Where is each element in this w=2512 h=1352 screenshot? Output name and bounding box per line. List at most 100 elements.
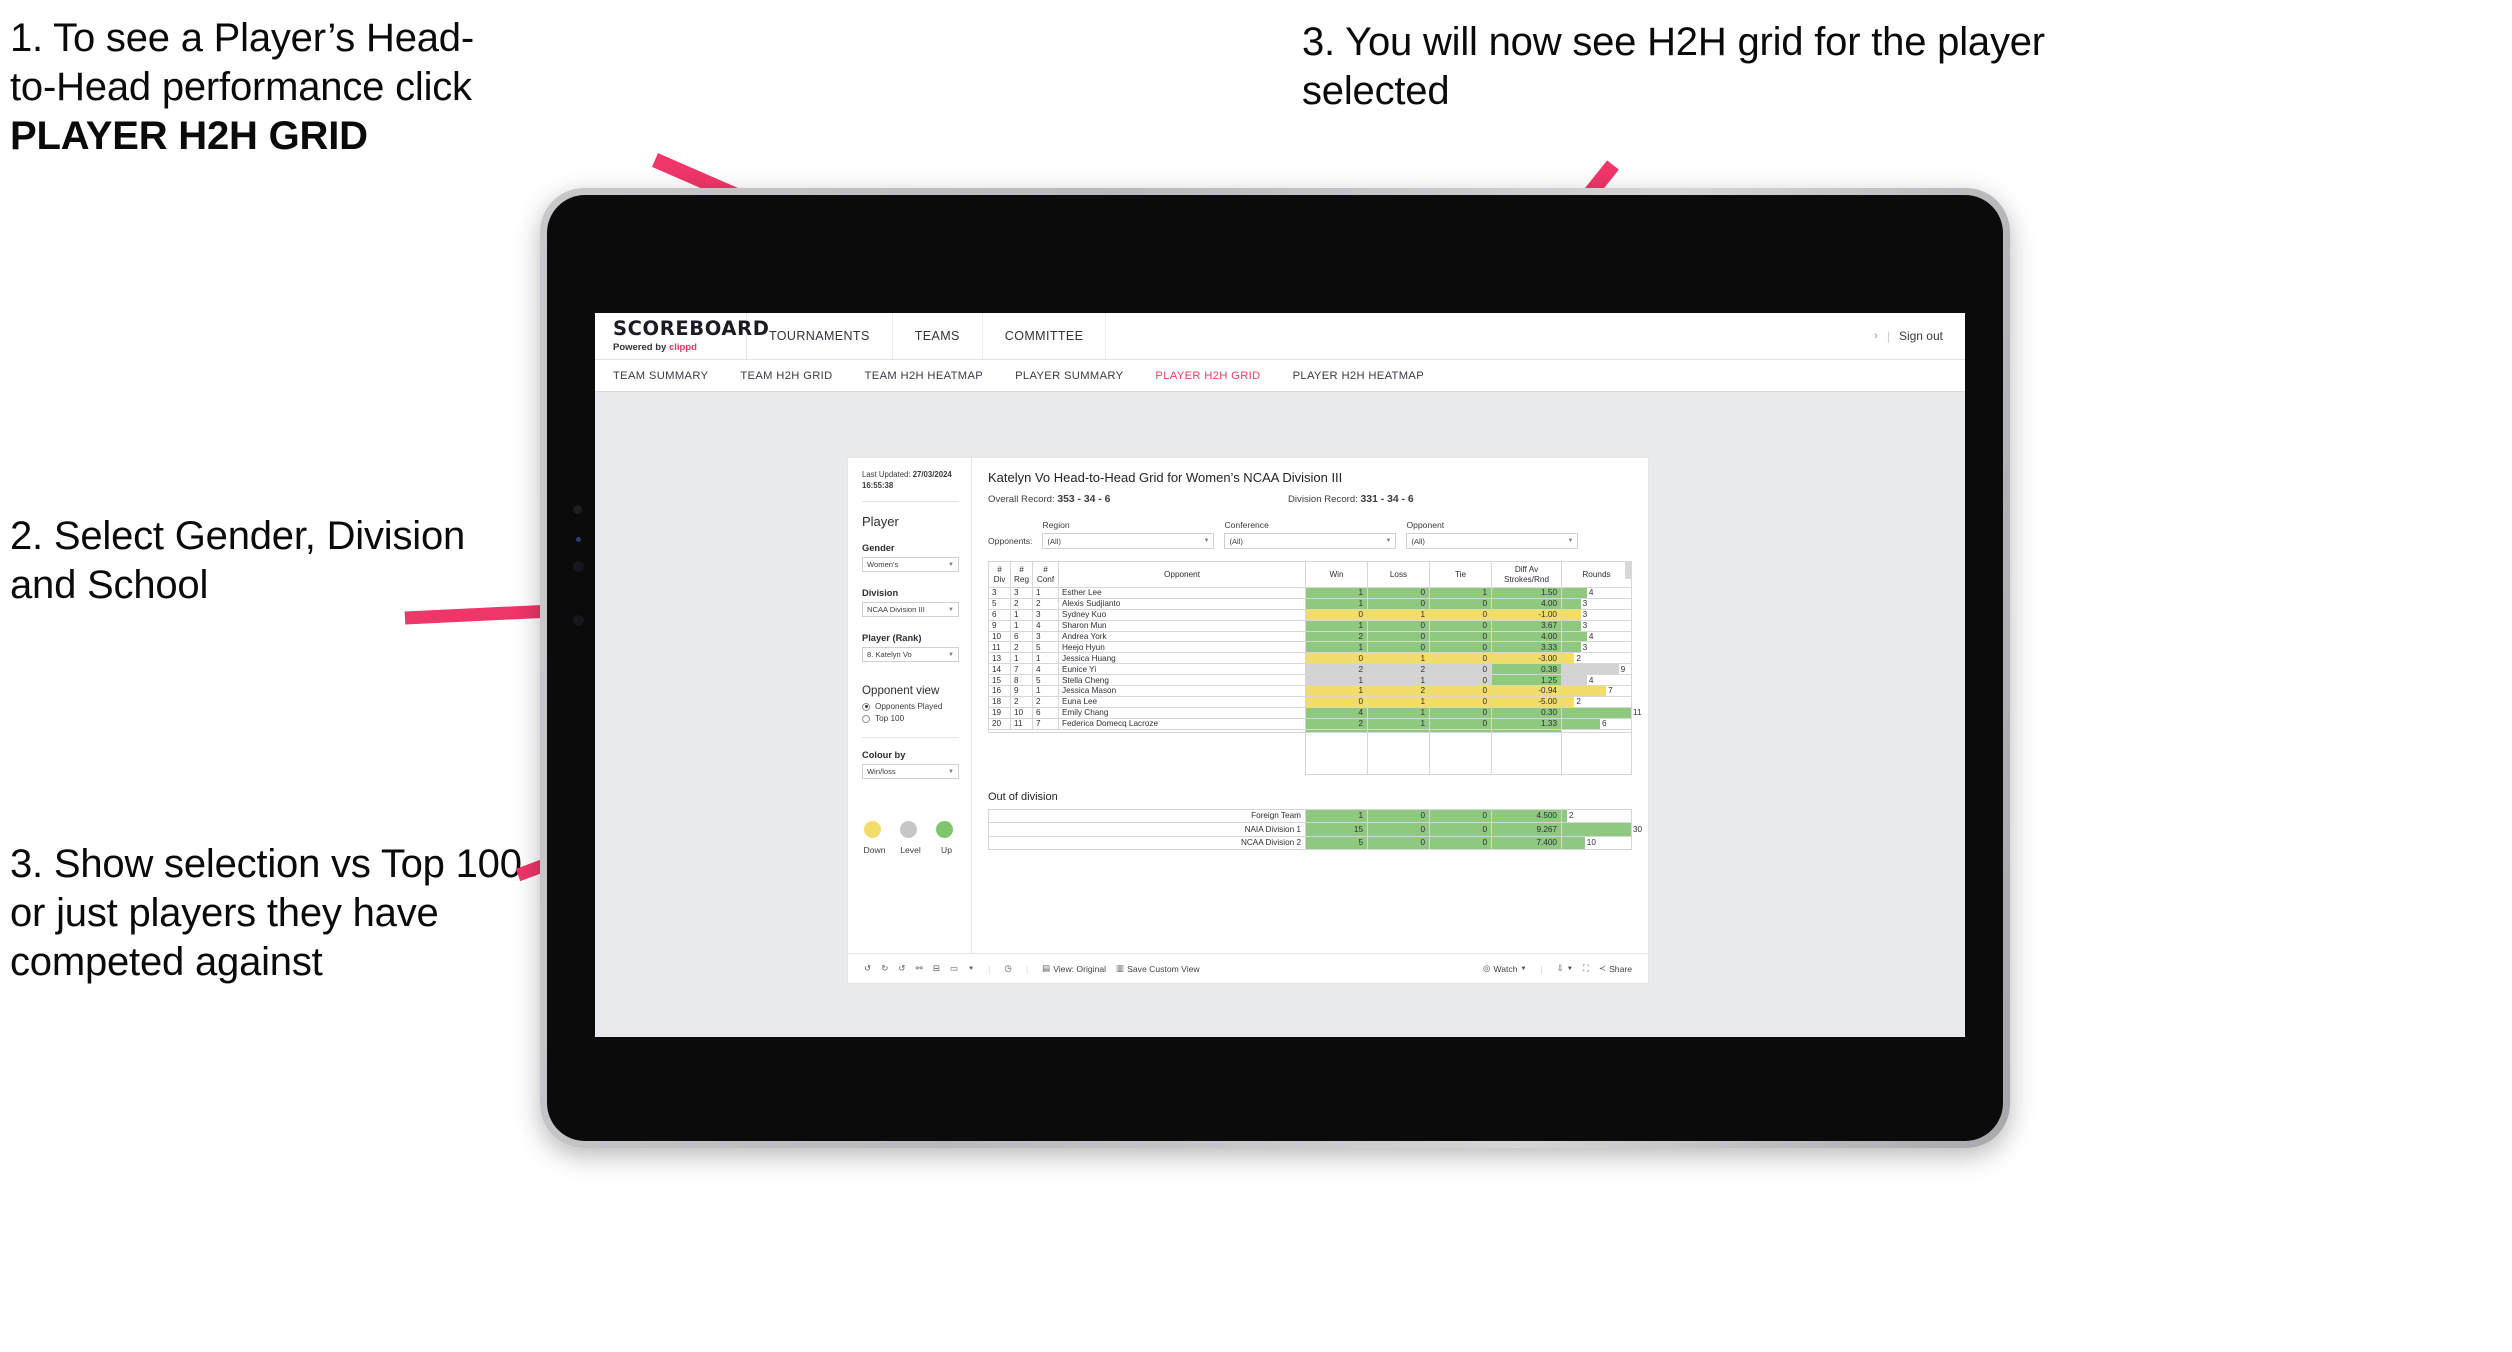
table-row[interactable]: 18 2 2 Euna Lee 0 1 0 -5.00 2 — [988, 695, 1632, 708]
nav-item-teams[interactable]: TEAMS — [893, 313, 983, 359]
table-row[interactable]: 9 1 4 Sharon Mun 1 0 0 3.67 3 — [988, 619, 1632, 632]
table-row[interactable]: 10 6 3 Andrea York 2 0 0 4.00 4 — [988, 630, 1632, 643]
select-region[interactable]: (All) ▼ — [1042, 533, 1215, 549]
radio-top-100[interactable]: Top 100 — [862, 714, 959, 723]
annotation-step-3: 3. Show selection vs Top 100 or just pla… — [10, 842, 522, 984]
undo-icon[interactable]: ↺ — [864, 963, 871, 974]
cell-conf: 5 — [1032, 674, 1059, 687]
revert-icon[interactable]: ↺ — [898, 963, 905, 974]
zoom-icon[interactable]: ▭ — [950, 963, 958, 974]
radio-icon-selected — [862, 702, 870, 711]
select-conference[interactable]: (All) ▼ — [1224, 533, 1397, 549]
select-opponent[interactable]: (All) ▼ — [1406, 533, 1579, 549]
select-colour-by[interactable]: Win/loss ▼ — [862, 764, 959, 780]
share-button[interactable]: ≺ Share — [1599, 963, 1632, 974]
label-colour-by: Colour by — [862, 750, 906, 761]
select-division[interactable]: NCAA Division III ▼ — [862, 602, 959, 618]
cell-win: 0 — [1305, 652, 1368, 665]
table-row[interactable]: NAIA Division 1 15 0 0 9.267 30 — [988, 822, 1642, 837]
chevron-down-icon[interactable]: ▼ — [968, 966, 974, 972]
table-row[interactable]: 15 8 5 Stella Cheng 1 1 0 1.25 4 — [988, 674, 1632, 687]
cell-opponent: Federica Domecq Lacroze — [1058, 717, 1306, 730]
cell-win: 1 — [1305, 808, 1368, 824]
cell-loss: 2 — [1367, 663, 1430, 676]
filter-region-caption: Region — [1042, 520, 1070, 530]
viz-main: Katelyn Vo Head-to-Head Grid for Women’s… — [972, 458, 1648, 953]
nav-item-committee[interactable]: COMMITTEE — [983, 313, 1107, 359]
table-row[interactable]: 19 10 6 Emily Chang 4 1 0 0.30 11 — [988, 706, 1642, 719]
fullscreen-icon[interactable]: ⛶ — [1583, 963, 1589, 974]
watch-button[interactable]: ◎ Watch ▼ — [1483, 963, 1527, 974]
table-header-row: #Div #Reg #Conf Opponent Win Loss Tie — [988, 561, 1632, 588]
table-row[interactable]: NCAA Division 2 5 0 0 7.400 10 — [988, 835, 1632, 851]
cell-rounds: 2 — [1561, 652, 1632, 665]
h2h-table: #Div #Reg #Conf Opponent Win Loss Tie — [988, 561, 1642, 775]
cell-conf: 2 — [1032, 695, 1059, 708]
cell-reg: 6 — [1010, 630, 1033, 643]
cell-diff: 4.500 — [1491, 808, 1562, 824]
cell-conf: 1 — [1032, 652, 1059, 665]
signout-area[interactable]: › | Sign out — [1874, 329, 1965, 343]
select-region-value: (All) — [1047, 536, 1061, 546]
cell-opponent: Alexis Sudjianto — [1058, 597, 1306, 610]
download-button[interactable]: ⇩ ▼ — [1557, 963, 1573, 974]
dashboard-canvas: Last Updated: 27/03/2024 16:55:38 Player… — [595, 392, 1965, 1037]
cell-rounds: 30 — [1561, 822, 1642, 837]
col-reg: # Reg — [1010, 561, 1033, 588]
signout-link[interactable]: Sign out — [1899, 329, 1943, 343]
annotation-step-2: 2. Select Gender, Division and School — [10, 514, 466, 607]
cell-div: 18 — [988, 695, 1011, 708]
table-scrollbar[interactable] — [1625, 561, 1631, 579]
tab-team-summary[interactable]: TEAM SUMMARY — [613, 360, 724, 391]
tab-player-h2h-grid[interactable]: PLAYER H2H GRID — [1139, 360, 1276, 391]
cell-diff: -1.00 — [1491, 608, 1562, 621]
nav-item-tournaments[interactable]: TOURNAMENTS — [747, 313, 893, 359]
col-div: # Div — [988, 561, 1011, 588]
col-win: Win — [1305, 561, 1368, 588]
highlight-icon[interactable]: ◷ — [1004, 963, 1012, 974]
refresh-icon[interactable]: ⚯ — [916, 963, 923, 974]
table-row[interactable]: 13 1 1 Jessica Huang 0 1 0 -3.00 2 — [988, 652, 1632, 665]
label-gender: Gender — [862, 543, 895, 554]
pause-icon[interactable]: ⊟ — [933, 963, 940, 974]
cell-win: 1 — [1305, 587, 1368, 599]
tab-player-h2h-heatmap[interactable]: PLAYER H2H HEATMAP — [1277, 360, 1440, 391]
cell-conf: 3 — [1032, 608, 1059, 621]
cell-diff: -5.00 — [1491, 695, 1562, 708]
cell-rounds: 3 — [1561, 608, 1632, 621]
select-gender[interactable]: Women's ▼ — [862, 557, 959, 573]
cell-diff: -3.00 — [1491, 652, 1562, 665]
cell-loss: 0 — [1367, 822, 1430, 837]
cell-opponent: Esther Lee — [1058, 587, 1306, 599]
table-row[interactable]: 11 2 5 Heejo Hyun 1 0 0 3.33 3 — [988, 641, 1632, 654]
annotation-step-4: 3. You will now see H2H grid for the pla… — [1302, 20, 2045, 113]
table-row[interactable]: 6 1 3 Sydney Kuo 0 1 0 -1.00 3 — [988, 608, 1632, 621]
table-row[interactable]: 16 9 1 Jessica Mason 1 2 0 -0.94 7 — [988, 685, 1632, 697]
cell-tie: 0 — [1429, 717, 1492, 730]
table-row[interactable]: 5 2 2 Alexis Sudjianto 1 0 0 4.00 3 — [988, 597, 1632, 610]
redo-icon[interactable]: ↻ — [881, 963, 888, 974]
table-row[interactable]: 3 3 1 Esther Lee 1 0 1 1.50 4 — [988, 587, 1632, 599]
cell-tie: 0 — [1429, 652, 1492, 665]
cell-div: 9 — [988, 619, 1011, 632]
table-row[interactable]: 20 11 7 Federica Domecq Lacroze 2 1 0 1.33 6 — [988, 717, 1632, 730]
radio-opponents-played-label: Opponents Played — [875, 702, 943, 712]
division-record-value: 331 - 34 - 6 — [1360, 494, 1414, 505]
filters-sidebar: Last Updated: 27/03/2024 16:55:38 Player… — [848, 458, 972, 953]
table-row[interactable]: 14 7 4 Eunice Yi 2 2 0 0.38 9 — [988, 663, 1632, 676]
brand-logo[interactable]: SCOREBOARD Powered by clippd — [595, 313, 770, 359]
overall-record: Overall Record: 353 - 34 - 6 — [988, 494, 1288, 505]
tab-team-h2h-heatmap[interactable]: TEAM H2H HEATMAP — [849, 360, 1000, 391]
radio-opponents-played[interactable]: Opponents Played — [862, 702, 959, 711]
cell-loss: 0 — [1367, 641, 1430, 654]
col-loss: Loss — [1367, 561, 1430, 588]
brand-wordmark: SCOREBOARD — [613, 317, 770, 341]
table-row[interactable]: Foreign Team 1 0 0 4.500 2 — [988, 808, 1632, 824]
select-player-rank[interactable]: 8. Katelyn Vo ▼ — [862, 647, 959, 663]
save-custom-view-button[interactable]: ▥ Save Custom View — [1116, 963, 1200, 974]
cell-win: 0 — [1305, 608, 1368, 621]
view-original-button[interactable]: ▤ View: Original — [1042, 963, 1106, 974]
cell-rounds: 9 — [1561, 663, 1632, 676]
tab-player-summary[interactable]: PLAYER SUMMARY — [999, 360, 1139, 391]
tab-team-h2h-grid[interactable]: TEAM H2H GRID — [724, 360, 848, 391]
